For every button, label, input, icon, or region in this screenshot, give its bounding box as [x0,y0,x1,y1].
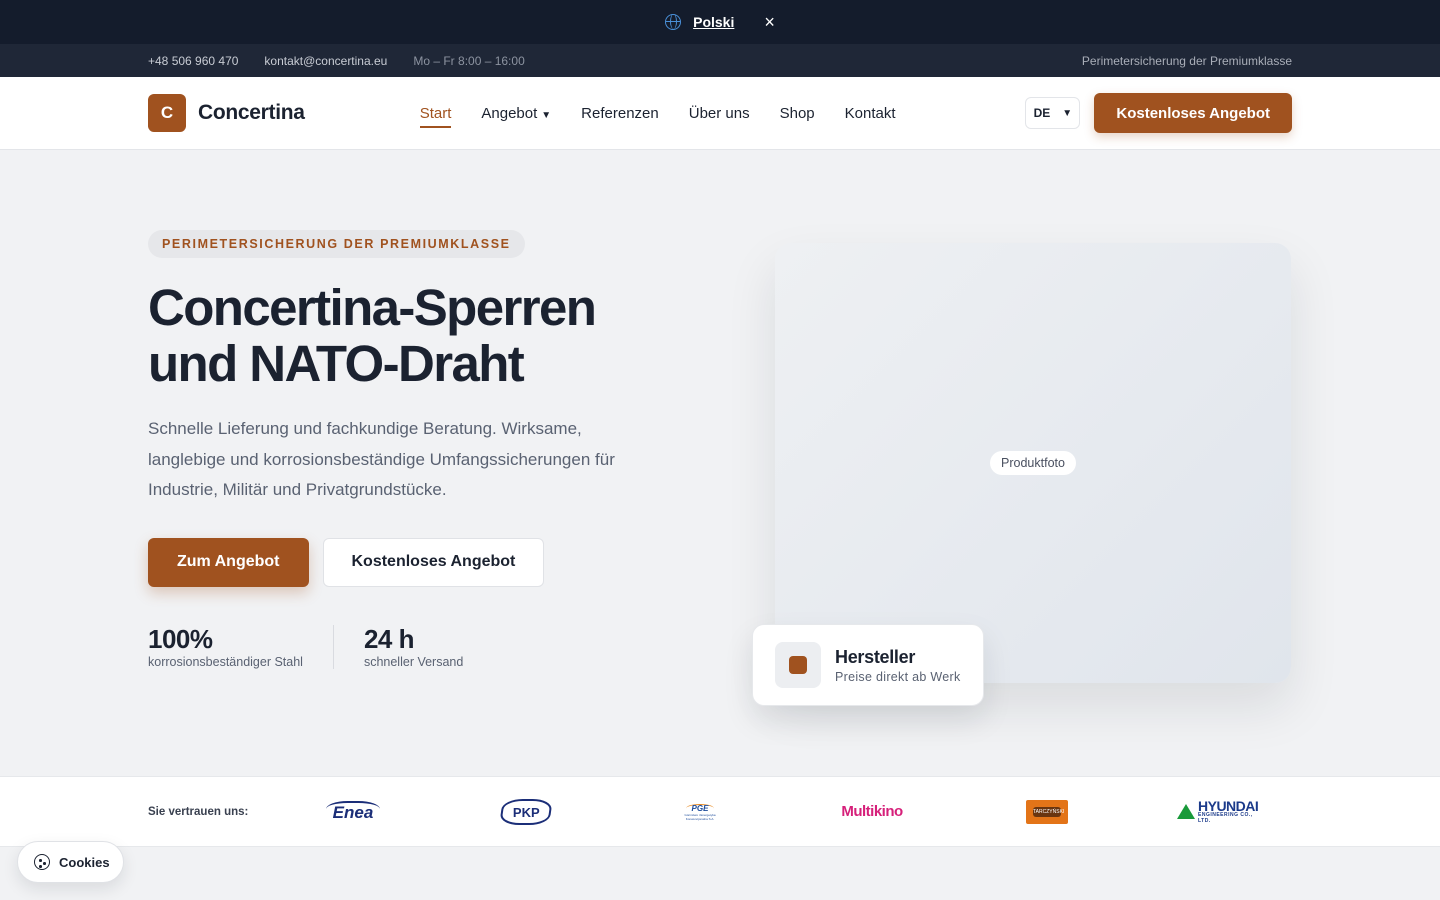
globe-icon [665,14,682,30]
language-banner: Polski × [0,0,1440,44]
nav-item-label: Angebot [481,104,538,122]
stat-label: schneller Versand [363,654,464,669]
main-nav: Start Angebot ▼ Referenzen Über uns Shop … [419,99,896,128]
enea-logo: Enea [326,801,380,822]
factory-icon [775,642,821,688]
stat-item: 100% korrosionsbeständiger Stahl [148,625,333,669]
nav-item-angebot[interactable]: Angebot ▼ [481,99,551,128]
hyundai-triangle-icon [1177,804,1195,819]
nav-item-start[interactable]: Start [419,99,451,128]
hero-title-line2: und NATO-Draht [148,335,525,392]
header-cta-button[interactable]: Kostenloses Angebot [1094,93,1292,133]
hero-subtitle: Schnelle Lieferung und fachkundige Berat… [148,419,615,499]
phone-link[interactable]: +48 506 960 470 [148,54,238,68]
close-icon[interactable]: × [764,13,775,31]
tarczynski-logo: TARCZYŃSKI [1026,800,1068,824]
cookies-label: Cookies [59,854,110,870]
hero-buttons: Zum Angebot Kostenloses Angebot [148,537,708,587]
pge-logo: PGE Górnictwo i Energetyka Konwencjonaln… [679,797,721,827]
hero-content: PERIMETERSICHERUNG DER PREMIUMKLASSE Con… [148,230,708,669]
card-subtitle: Preise direkt ab Werk [835,669,961,684]
hero-title: Concertina-Sperren und NATO-Draht [148,280,708,392]
hero-stats: 100% korrosionsbeständiger Stahl 24 h sc… [148,623,708,669]
cookie-icon [34,854,50,870]
hero-section: PERIMETERSICHERUNG DER PREMIUMKLASSE Con… [0,150,1440,776]
nav-item-ueber-uns[interactable]: Über uns [689,99,750,128]
caret-down-icon: ▼ [1062,107,1073,119]
client-logos: Enea PKP PGE Górnictwo i Energetyka Konw… [0,777,1440,846]
info-tagline: Perimetersicherung der Premiumklasse [1081,53,1292,68]
nav-item-kontakt[interactable]: Kontakt [845,99,896,128]
kostenloses-angebot-button[interactable]: Kostenloses Angebot [322,537,545,587]
opening-hours: Mo – Fr 8:00 – 16:00 [413,53,525,68]
manufacturer-card: Hersteller Preise direkt ab Werk [752,624,984,706]
stat-value: 100% [148,623,213,654]
hero-badge: PERIMETERSICHERUNG DER PREMIUMKLASSE [148,230,525,258]
zum-angebot-button[interactable]: Zum Angebot [148,537,309,587]
language-select[interactable]: DE ▼ [1025,97,1081,129]
nav-item-referenzen[interactable]: Referenzen [581,99,659,128]
product-photo-label: Produktfoto [990,451,1076,475]
hyundai-logo: HYUNDAI ENGINEERING CO., LTD. [1177,777,1263,846]
pkp-logo-text: PKP [512,804,540,820]
nav-item-shop[interactable]: Shop [780,99,815,128]
logo-mark: C [148,94,186,132]
stat-value: 24 h [363,623,415,654]
product-photo-placeholder: Produktfoto [775,243,1291,683]
site-header: C Concertina Start Angebot ▼ Referenzen Ü… [0,77,1440,150]
cookies-button[interactable]: Cookies [17,841,124,883]
email-link[interactable]: kontakt@concertina.eu [264,54,387,68]
multikino-logo: Multikino [841,803,903,820]
language-switch-link[interactable]: Polski [693,14,734,30]
language-select-value: DE [1033,106,1051,120]
stat-item: 24 h schneller Versand [332,623,493,669]
tarczynski-logo-text: TARCZYŃSKI [1033,807,1065,817]
info-bar: +48 506 960 470 kontakt@concertina.eu Mo… [0,44,1440,77]
trust-bar: Sie vertrauen uns: Enea PKP PGE Górnictw… [0,776,1440,847]
card-title: Hersteller [835,646,916,667]
pge-logo-text: PGE [685,803,715,813]
logo[interactable]: C Concertina [148,94,305,132]
pge-logo-subtext: Górnictwo i Energetyka Konwencjonalna S.… [684,812,716,821]
stat-label: korrosionsbeständiger Stahl [148,654,303,669]
hero-title-line1: Concertina-Sperren [148,279,597,336]
pkp-logo: PKP [499,799,553,825]
caret-down-icon: ▼ [541,109,552,121]
logo-text: Concertina [198,101,305,124]
